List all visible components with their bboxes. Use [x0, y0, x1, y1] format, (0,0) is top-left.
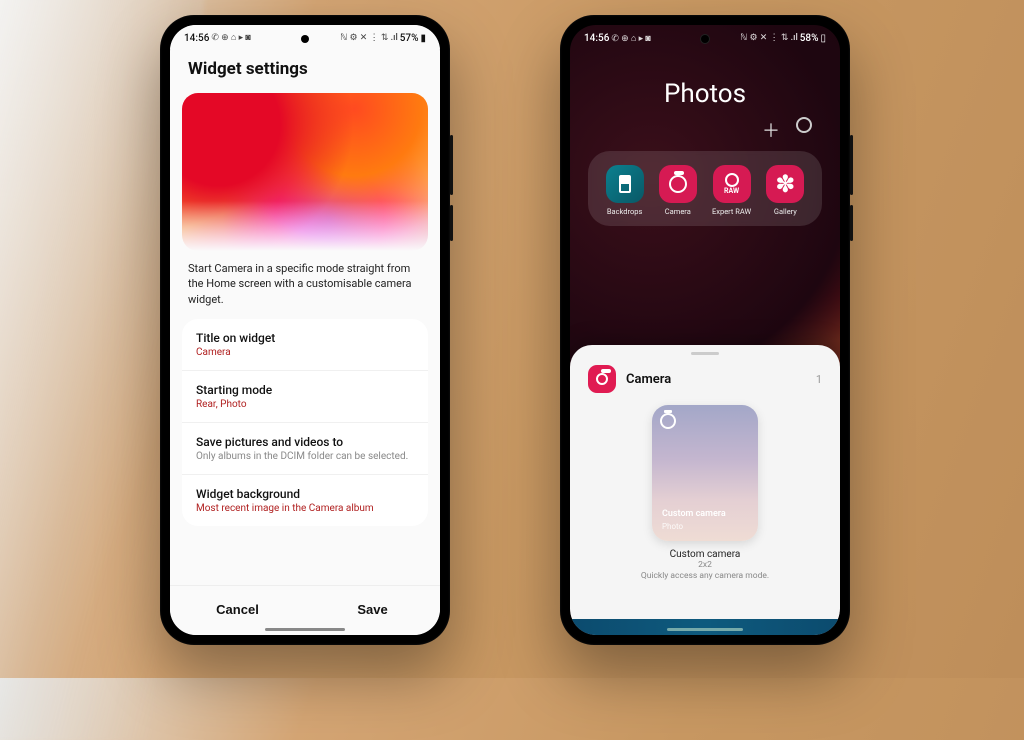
widget-preview-image	[182, 93, 428, 251]
expert-raw-icon: RAW	[713, 165, 751, 203]
home-indicator[interactable]	[265, 628, 345, 631]
side-button	[450, 205, 453, 241]
row-title-on-widget[interactable]: Title on widget Camera	[182, 319, 428, 371]
app-backdrops[interactable]: Backdrops	[606, 165, 644, 216]
widget-picker-sheet[interactable]: Camera 1 Custom camera Photo Custom came…	[570, 345, 840, 635]
status-left-icons: ✆ ⊕ ⌂ ▸ ◙	[211, 34, 250, 43]
camera-icon	[659, 165, 697, 203]
sheet-header: Camera 1	[570, 355, 840, 399]
row-value: Camera	[196, 347, 414, 358]
folder-title: Photos	[570, 49, 840, 117]
row-widget-background[interactable]: Widget background Most recent image in t…	[182, 475, 428, 526]
nav-bar	[570, 619, 840, 635]
app-expert-raw[interactable]: RAW Expert RAW	[712, 165, 751, 216]
screen-home-widgets: 14:56 ✆ ⊕ ⌂ ▸ ◙ ℕ ⚙ ✕ ⋮ ⇅ .ıl 58% ▯ Phot…	[570, 25, 840, 635]
row-value: Only albums in the DCIM folder can be se…	[196, 451, 414, 462]
camera-notch	[701, 35, 709, 43]
sheet-app-name: Camera	[626, 372, 806, 387]
row-label: Starting mode	[196, 383, 414, 397]
color-ring-icon[interactable]	[796, 117, 812, 133]
row-value: Rear, Photo	[196, 399, 414, 410]
widget-name: Custom camera	[570, 549, 840, 560]
settings-list: Title on widget Camera Starting mode Rea…	[170, 319, 440, 526]
status-time: 14:56	[584, 33, 609, 44]
status-time: 14:56	[184, 33, 209, 44]
widget-preview-subtitle: Photo	[662, 522, 748, 531]
side-button	[850, 205, 853, 241]
gallery-icon: ✽	[766, 165, 804, 203]
phone-right: 14:56 ✆ ⊕ ⌂ ▸ ◙ ℕ ⚙ ✕ ⋮ ⇅ .ıl 58% ▯ Phot…	[560, 15, 850, 645]
camera-icon	[660, 413, 676, 429]
side-button	[850, 135, 853, 195]
app-label: Expert RAW	[712, 207, 751, 216]
status-left-icons: ✆ ⊕ ⌂ ▸ ◙	[611, 33, 650, 44]
widget-hint: Quickly access any camera mode.	[570, 571, 840, 581]
sheet-widget-count: 1	[816, 373, 822, 386]
title-area: Widget settings	[170, 49, 440, 87]
app-label: Backdrops	[607, 207, 642, 216]
row-starting-mode[interactable]: Starting mode Rear, Photo	[182, 371, 428, 423]
row-label: Widget background	[196, 487, 414, 501]
status-right-icons: ℕ ⚙ ✕ ⋮ ⇅ .ıl	[340, 33, 398, 43]
app-gallery[interactable]: ✽ Gallery	[766, 165, 804, 216]
camera-notch	[301, 35, 309, 43]
backdrops-icon	[606, 165, 644, 203]
widget-meta: Custom camera 2x2 Quickly access any cam…	[570, 549, 840, 581]
app-label: Gallery	[774, 207, 797, 216]
app-camera[interactable]: Camera	[659, 165, 697, 216]
folder-actions: ＋	[570, 117, 840, 151]
home-indicator[interactable]	[667, 628, 743, 631]
status-right-icons: ℕ ⚙ ✕ ⋮ ⇅ .ıl	[740, 33, 798, 43]
camera-app-icon	[588, 365, 616, 393]
add-icon[interactable]: ＋	[762, 117, 780, 143]
widget-dimensions: 2x2	[570, 560, 840, 570]
app-label: Camera	[665, 207, 691, 216]
status-battery: 58%	[800, 33, 819, 44]
screen-widget-settings: 14:56 ✆ ⊕ ⌂ ▸ ◙ ℕ ⚙ ✕ ⋮ ⇅ .ıl 57% ▮ Widg…	[170, 25, 440, 635]
row-value: Most recent image in the Camera album	[196, 503, 414, 514]
folder-grid: Backdrops Camera RAW Expert RAW ✽ Galler…	[588, 151, 822, 226]
widget-preview-title: Custom camera	[662, 510, 748, 520]
side-button	[450, 135, 453, 195]
widget-preview-tile[interactable]: Custom camera Photo	[652, 405, 758, 541]
row-save-location[interactable]: Save pictures and videos to Only albums …	[182, 423, 428, 475]
row-label: Title on widget	[196, 331, 414, 345]
row-label: Save pictures and videos to	[196, 435, 414, 449]
status-battery: 57%	[400, 33, 419, 44]
page-title: Widget settings	[188, 59, 422, 79]
phone-left: 14:56 ✆ ⊕ ⌂ ▸ ◙ ℕ ⚙ ✕ ⋮ ⇅ .ıl 57% ▮ Widg…	[160, 15, 450, 645]
battery-icon: ▮	[420, 33, 426, 44]
description-text: Start Camera in a specific mode straight…	[170, 251, 440, 319]
battery-icon: ▯	[820, 33, 826, 44]
